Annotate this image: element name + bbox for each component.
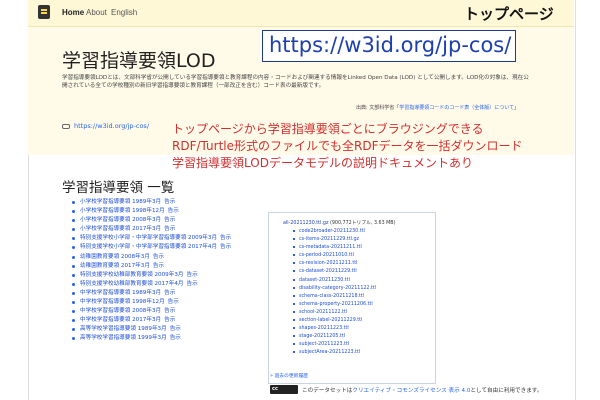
url-callout-text: https://w3id.org/jp-cos/ — [269, 33, 512, 57]
curriculum-list-item[interactable]: 中学校学習指導要領 2008年3月 告示 — [72, 307, 272, 316]
curriculum-list-item[interactable]: 特別支援学校小学部・中学部学習指導要領 2009年3月 告示 — [72, 234, 272, 243]
curriculum-list-item[interactable]: 幼稚園教育要領 2008年3月 告示 — [72, 253, 272, 262]
curriculum-list-item[interactable]: 特別支援学校幼稚部教育要領 2009年3月 告示 — [72, 271, 272, 280]
curriculum-list-item[interactable]: 中学校学習指導要領 1998年12月 告示 — [72, 298, 272, 307]
curriculum-item-label[interactable]: 小学校学習指導要領 2008年3月 — [80, 217, 161, 223]
annotation-line-2: RDF/Turtle形式のファイルでも全RDFデータを一括ダウンロード — [172, 139, 523, 153]
notice-link[interactable]: 告示 — [220, 235, 231, 241]
license-suffix: として自由に利用できます。 — [470, 388, 543, 394]
notice-link[interactable]: 告示 — [168, 208, 179, 214]
file-link[interactable]: cs-dataset-20211229.ttl — [293, 268, 376, 276]
curriculum-list-item[interactable]: 中学校学習指導要領 2017年3月 告示 — [72, 316, 272, 325]
license-prefix: このデータセットは — [302, 388, 353, 394]
annotation-line-1: トップページから学習指導要領ごとにブラウジングできる — [172, 122, 484, 136]
curriculum-list: 小学校学習指導要領 1989年3月 告示 小学校学習指導要領 1998年12月 告示… — [72, 198, 272, 344]
link-icon — [62, 123, 70, 129]
file-link[interactable]: schema-class-20211218.ttl — [293, 293, 376, 301]
download-root-link[interactable]: all-20211230.ttl.gz — [283, 221, 328, 226]
curriculum-item-label[interactable]: 特別支援学校小学部・中学部学習指導要領 2009年3月 — [80, 235, 217, 241]
curriculum-list-heading: 学習指導要領 一覧 — [62, 180, 175, 196]
notice-link[interactable]: 告示 — [153, 263, 164, 269]
notice-link[interactable]: 告示 — [170, 326, 181, 332]
permalink-row[interactable]: https://w3id.org/jp-cos/ — [62, 122, 149, 130]
notice-link[interactable]: 告示 — [168, 299, 179, 305]
annotation-line-3: 学習指導要領LODデータモデルの説明ドキュメントあり — [172, 156, 473, 170]
curriculum-list-item[interactable]: 小学校学習指導要領 1989年3月 告示 — [72, 198, 272, 207]
notice-link[interactable]: 告示 — [164, 317, 175, 323]
curriculum-item-label[interactable]: 高等学校学習指導要領 1989年3月 — [80, 326, 167, 332]
notice-link[interactable]: 告示 — [164, 217, 175, 223]
curriculum-list-item[interactable]: 小学校学習指導要領 2017年3月 告示 — [72, 225, 272, 234]
file-link[interactable]: shapes-20211223.ttl — [293, 325, 376, 333]
nav-english-link[interactable]: English — [111, 8, 137, 17]
curriculum-list-item[interactable]: 中学校学習指導要領 1989年3月 告示 — [72, 289, 272, 298]
slide-banner-label: トップページ — [464, 5, 554, 23]
curriculum-list-item[interactable]: 幼稚園教育要領 2017年3月 告示 — [72, 262, 272, 271]
cc-license-icon[interactable] — [270, 385, 298, 394]
license-notice: このデータセットはクリエイティブ・コモンズライセンス 表示 4.0として自由に利… — [268, 384, 568, 396]
curriculum-item-label[interactable]: 小学校学習指導要領 2017年3月 — [80, 226, 161, 232]
file-link[interactable]: disability-category-20211122.ttl — [293, 285, 376, 293]
download-root-item[interactable]: all-20211230.ttl.gz (900,772トリプル, 3.63 M… — [283, 219, 395, 226]
curriculum-item-label[interactable]: 幼稚園教育要領 2017年3月 — [80, 263, 150, 269]
nav-home-link[interactable]: Home — [62, 8, 84, 17]
curriculum-item-label[interactable]: 中学校学習指導要領 2008年3月 — [80, 308, 161, 314]
download-file-list: code2broader-20211230.ttl cs-items-20211… — [293, 228, 376, 358]
file-link[interactable]: code2broader-20211230.ttl — [293, 228, 376, 236]
annotation-callout: トップページから学習指導要領ごとにブラウジングできる RDF/Turtle形式の… — [172, 121, 522, 172]
notice-link[interactable]: 告示 — [220, 244, 231, 250]
file-link[interactable]: cs-items-20211229.ttl.gz — [293, 236, 376, 244]
source-note: 出典: 文部科学省「学習指導要領コードのコード表（全体版）について」 — [356, 104, 519, 111]
file-link[interactable]: stage-20211205.ttl — [293, 333, 376, 341]
permalink-text[interactable]: https://w3id.org/jp-cos/ — [74, 122, 149, 130]
file-link[interactable]: subject-20211223.ttl — [293, 341, 376, 349]
curriculum-item-label[interactable]: 特別支援学校小学部・中学部学習指導要領 2017年4月 — [80, 244, 217, 250]
curriculum-list-item[interactable]: 特別支援学校小学部・中学部学習指導要領 2017年4月 告示 — [72, 243, 272, 252]
notice-link[interactable]: 告示 — [164, 199, 175, 205]
update-history-link[interactable]: » 過去の更新履歴 — [270, 372, 308, 379]
curriculum-item-label[interactable]: 特別支援学校幼稚部教育要領 2009年3月 — [80, 272, 183, 278]
curriculum-item-label[interactable]: 幼稚園教育要領 2008年3月 — [80, 254, 150, 260]
notice-link[interactable]: 告示 — [164, 290, 175, 296]
license-link[interactable]: クリエイティブ・コモンズライセンス 表示 4.0 — [352, 388, 470, 394]
curriculum-list-item[interactable]: 高等学校学習指導要領 1989年3月 告示 — [72, 325, 272, 334]
page-description: 学習指導要領LODとは、文部科学省が公開している学習指導要領と教育課程の内容・コ… — [62, 75, 529, 89]
curriculum-item-label[interactable]: 中学校学習指導要領 1998年12月 — [80, 299, 165, 305]
download-panel: all-20211230.ttl.gz (900,772トリプル, 3.63 M… — [268, 212, 436, 384]
source-link[interactable]: 学習指導要領コードのコード表（全体版）について — [399, 105, 514, 111]
notice-link[interactable]: 告示 — [153, 254, 164, 260]
curriculum-item-label[interactable]: 特別支援学校幼稚部教育要領 2017年4月 — [80, 281, 183, 287]
curriculum-item-label[interactable]: 中学校学習指導要領 2017年3月 — [80, 317, 161, 323]
file-link[interactable]: subjectArea-20211223.ttl — [293, 349, 376, 357]
download-root-meta: (900,772トリプル, 3.63 MB) — [330, 221, 396, 226]
source-prefix: 出典: 文部科学省「 — [356, 105, 400, 111]
file-link[interactable]: cs-metadata-20211211.ttl — [293, 244, 376, 252]
notice-link[interactable]: 告示 — [164, 226, 175, 232]
curriculum-list-item[interactable]: 小学校学習指導要領 2008年3月 告示 — [72, 216, 272, 225]
curriculum-list-item[interactable]: 特別支援学校幼稚部教育要領 2017年4月 告示 — [72, 280, 272, 289]
curriculum-item-label[interactable]: 小学校学習指導要領 1998年12月 — [80, 208, 165, 214]
curriculum-item-label[interactable]: 小学校学習指導要領 1989年3月 — [80, 199, 161, 205]
file-link[interactable]: school-20211122.ttl — [293, 309, 376, 317]
notice-link[interactable]: 告示 — [170, 335, 181, 341]
url-callout-box: https://w3id.org/jp-cos/ — [262, 30, 516, 62]
site-logo-icon[interactable] — [38, 5, 50, 19]
license-text: このデータセットはクリエイティブ・コモンズライセンス 表示 4.0として自由に利… — [302, 386, 542, 394]
nav-about-link[interactable]: About — [86, 8, 107, 17]
file-link[interactable]: schema-property-20211206.ttl — [293, 301, 376, 309]
notice-link[interactable]: 告示 — [186, 272, 197, 278]
notice-link[interactable]: 告示 — [164, 308, 175, 314]
notice-link[interactable]: 告示 — [186, 281, 197, 287]
curriculum-list-item[interactable]: 高等学校学習指導要領 1999年3月 告示 — [72, 334, 272, 343]
curriculum-list-item[interactable]: 小学校学習指導要領 1998年12月 告示 — [72, 207, 272, 216]
file-link[interactable]: cs-revision-20211211.ttl — [293, 260, 376, 268]
file-link[interactable]: section-label-20211229.ttl — [293, 317, 376, 325]
page-title: 学習指導要領LOD — [62, 50, 216, 72]
file-link[interactable]: cs-period-20211010.ttl — [293, 252, 376, 260]
source-suffix: 」 — [514, 105, 520, 111]
curriculum-item-label[interactable]: 中学校学習指導要領 1989年3月 — [80, 290, 161, 296]
file-link[interactable]: dataset-20211230.ttl — [293, 277, 376, 285]
curriculum-item-label[interactable]: 高等学校学習指導要領 1999年3月 — [80, 335, 167, 341]
